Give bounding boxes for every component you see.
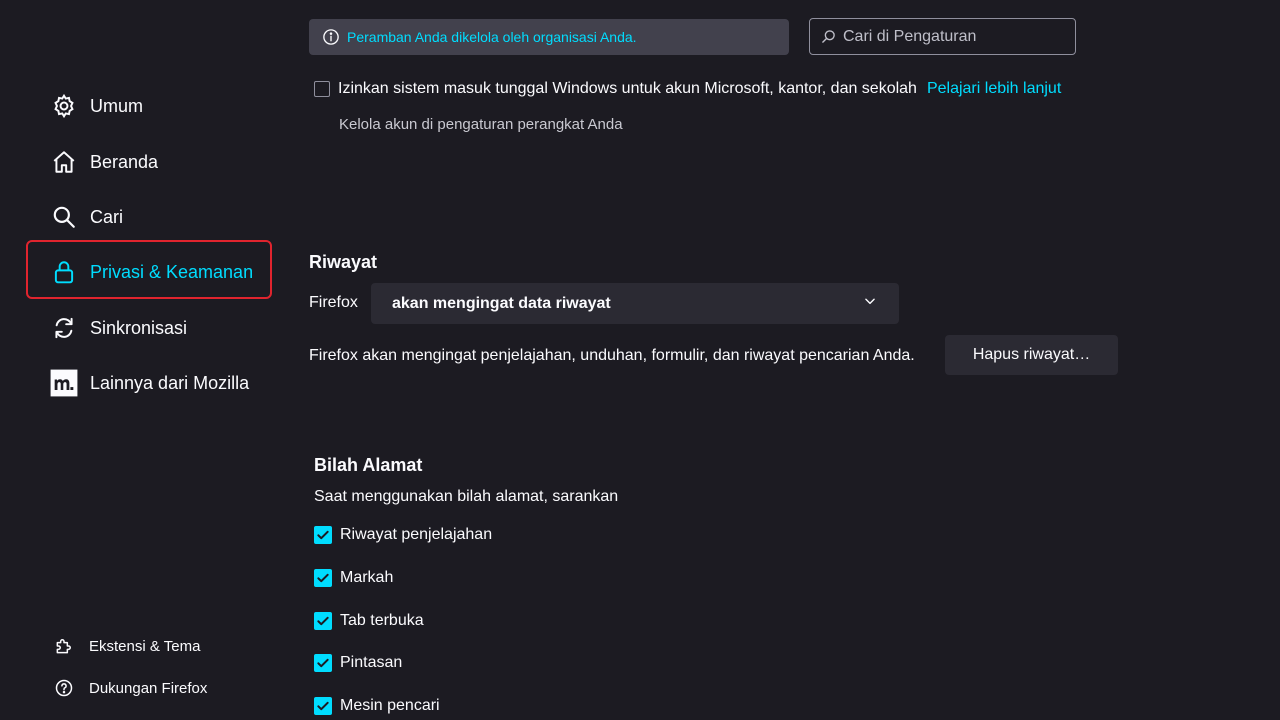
puzzle-icon (52, 634, 76, 658)
sidebar-item-general[interactable]: Umum (50, 88, 143, 124)
checkbox-checked-icon (314, 612, 332, 630)
history-mode-value: akan mengingat data riwayat (392, 294, 611, 312)
settings-sidebar: Umum Beranda Cari Privasi & Keamanan Sin… (0, 0, 290, 720)
checkbox-label: Markah (340, 569, 394, 586)
sidebar-item-label: Beranda (90, 151, 159, 172)
history-section-title: Riwayat (309, 252, 378, 272)
checkbox-checked-icon (314, 526, 332, 544)
sidebar-item-privacy-security[interactable]: Privasi & Keamanan (50, 254, 253, 290)
sidebar-item-search[interactable]: Cari (50, 199, 123, 235)
history-mode-dropdown[interactable]: akan mengingat data riwayat (371, 283, 899, 324)
windows-sso-checkbox[interactable] (314, 81, 330, 97)
suggest-open-tabs-checkbox[interactable]: Tab terbuka (314, 610, 424, 632)
sidebar-item-label: Sinkronisasi (90, 317, 188, 338)
suggest-search-engines-checkbox[interactable]: Mesin pencari (314, 695, 440, 717)
sidebar-item-label: Privasi & Keamanan (90, 261, 254, 282)
home-icon (50, 148, 78, 176)
sidebar-footer-extensions-themes[interactable]: Ekstensi & Tema (52, 633, 200, 659)
checkbox-checked-icon (314, 569, 332, 587)
sync-icon (50, 314, 78, 342)
checkbox-checked-icon (314, 697, 332, 715)
sidebar-item-label: Cari (90, 206, 124, 227)
checkbox-label: Riwayat penjelajahan (340, 526, 493, 543)
checkbox-checked-icon (314, 654, 332, 672)
sidebar-footer-firefox-support[interactable]: Dukungan Firefox (52, 675, 207, 701)
search-icon (820, 29, 836, 45)
enterprise-policy-banner[interactable]: Peramban Anda dikelola oleh organisasi A… (309, 19, 789, 55)
gear-icon (50, 92, 78, 120)
checkbox-label: Mesin pencari (340, 697, 440, 714)
address-bar-description: Saat menggunakan bilah alamat, sarankan (314, 488, 619, 505)
settings-search-box[interactable] (809, 18, 1076, 55)
sidebar-item-sync[interactable]: Sinkronisasi (50, 310, 187, 346)
help-icon (52, 676, 76, 700)
windows-sso-label: Izinkan sistem masuk tunggal Windows unt… (338, 80, 917, 97)
suggest-shortcuts-checkbox[interactable]: Pintasan (314, 652, 402, 674)
learn-more-link[interactable]: Pelajari lebih lanjut (927, 80, 1061, 98)
suggest-bookmarks-checkbox[interactable]: Markah (314, 567, 393, 589)
search-icon (50, 203, 78, 231)
chevron-down-icon (863, 294, 877, 313)
address-bar-section-title: Bilah Alamat (314, 455, 423, 475)
lock-icon (50, 258, 78, 286)
checkbox-label: Tab terbuka (340, 612, 424, 629)
sidebar-item-label: Lainnya dari Mozilla (90, 372, 250, 393)
sidebar-footer-label: Ekstensi & Tema (89, 637, 201, 655)
mozilla-icon (50, 369, 78, 397)
history-firefox-label: Firefox (309, 294, 358, 312)
manage-accounts-note: Kelola akun di pengaturan perangkat Anda (339, 116, 623, 133)
info-icon (321, 27, 341, 47)
checkbox-label: Pintasan (340, 654, 403, 671)
history-firefox-prefix: Firefox (309, 294, 358, 311)
sidebar-item-label: Umum (90, 95, 143, 116)
sidebar-item-more-from-mozilla[interactable]: Lainnya dari Mozilla (50, 365, 249, 401)
suggest-browsing-history-checkbox[interactable]: Riwayat penjelajahan (314, 524, 492, 546)
sidebar-item-home[interactable]: Beranda (50, 144, 158, 180)
firefox-settings-page: Umum Beranda Cari Privasi & Keamanan Sin… (0, 0, 1280, 720)
windows-sso-row: Izinkan sistem masuk tunggal Windows unt… (314, 78, 1134, 100)
history-description: Firefox akan mengingat penjelajahan, und… (309, 347, 915, 364)
sidebar-footer-label: Dukungan Firefox (89, 679, 208, 697)
policy-notice-text: Peramban Anda dikelola oleh organisasi A… (347, 29, 637, 45)
settings-search-input[interactable] (841, 26, 1065, 47)
clear-history-button[interactable]: Hapus riwayat… (945, 335, 1118, 375)
